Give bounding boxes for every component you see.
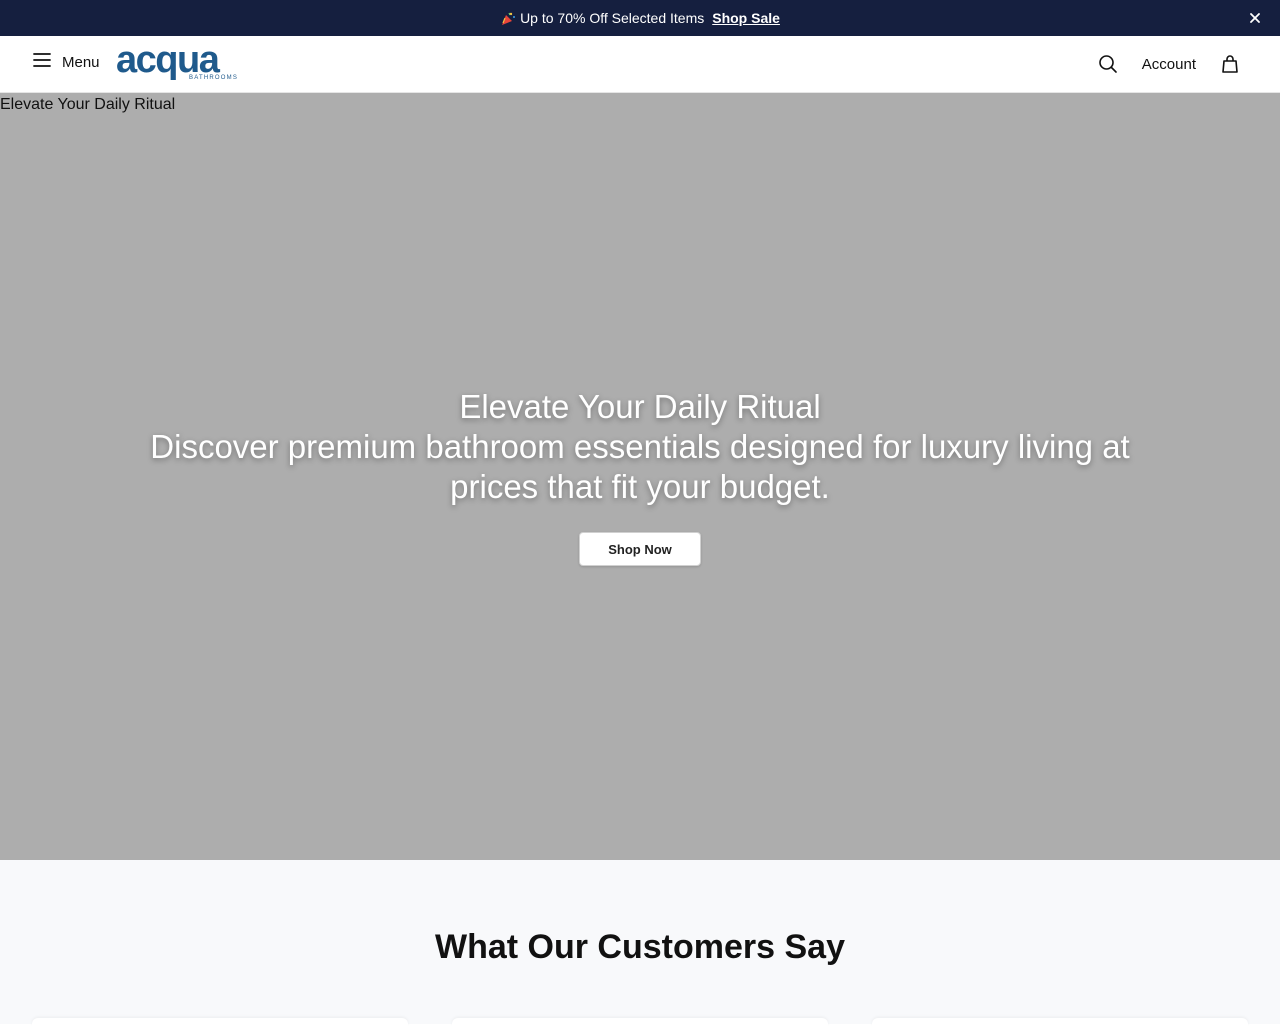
announcement-text: Up to 70% Off Selected Items	[520, 10, 705, 26]
hero-image-alt: Elevate Your Daily Ritual	[0, 96, 176, 113]
hero-content: Elevate Your Daily Ritual Discover premi…	[120, 387, 1160, 507]
shop-now-button[interactable]: Shop Now	[579, 532, 701, 566]
account-link[interactable]: Account	[1142, 56, 1196, 73]
shop-sale-link[interactable]: Shop Sale	[712, 10, 780, 26]
testimonials-heading: What Our Customers Say	[435, 928, 845, 966]
search-icon[interactable]	[1098, 54, 1118, 74]
hero-banner: Elevate Your Daily Ritual Elevate Your D…	[0, 93, 1280, 860]
testimonials-section: What Our Customers Say	[0, 860, 1280, 1026]
testimonial-card	[32, 1018, 408, 1026]
hamburger-icon	[32, 52, 62, 72]
announcement-bar: Up to 70% Off Selected Items Shop Sale	[0, 0, 1280, 36]
hero-subtitle: Discover premium bathroom essentials des…	[150, 428, 1130, 505]
menu-label: Menu	[62, 53, 100, 71]
hero-title: Elevate Your Daily Ritual	[459, 388, 821, 425]
logo-subtext: BATHROOMS	[189, 75, 238, 81]
site-header: Menu acqua BATHROOMS Account	[0, 36, 1280, 93]
party-popper-icon	[500, 11, 516, 27]
testimonial-card	[452, 1018, 828, 1026]
testimonial-card	[872, 1018, 1248, 1026]
menu-button[interactable]: Menu	[32, 52, 100, 72]
acqua-logo[interactable]: acqua BATHROOMS	[116, 39, 240, 84]
header-actions: Account	[1098, 54, 1240, 74]
close-icon[interactable]	[1246, 9, 1264, 27]
shopping-bag-icon[interactable]	[1220, 54, 1240, 74]
